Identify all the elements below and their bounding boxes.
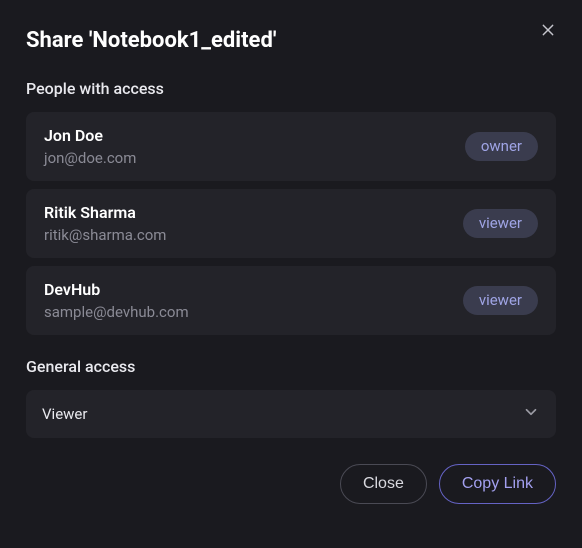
person-row: Ritik Sharma ritik@sharma.com viewer <box>26 189 556 258</box>
chevron-down-icon <box>522 403 540 425</box>
person-row: Jon Doe jon@doe.com owner <box>26 112 556 181</box>
person-info: DevHub sample@devhub.com <box>44 280 189 321</box>
person-name: Ritik Sharma <box>44 203 166 222</box>
people-section-label: People with access <box>26 79 556 98</box>
person-email: jon@doe.com <box>44 149 136 167</box>
share-dialog: Share 'Notebook1_edited' People with acc… <box>0 0 582 548</box>
dialog-title: Share 'Notebook1_edited' <box>26 28 556 53</box>
general-section-label: General access <box>26 357 556 376</box>
person-name: DevHub <box>44 280 189 299</box>
people-list: Jon Doe jon@doe.com owner Ritik Sharma r… <box>26 112 556 335</box>
role-badge[interactable]: viewer <box>463 209 538 238</box>
dialog-footer: Close Copy Link <box>26 464 556 504</box>
close-button[interactable] <box>536 20 560 44</box>
copy-link-button[interactable]: Copy Link <box>439 464 556 504</box>
general-access-select[interactable]: Viewer <box>26 390 556 438</box>
role-badge[interactable]: owner <box>465 132 538 161</box>
person-info: Jon Doe jon@doe.com <box>44 126 136 167</box>
close-icon <box>540 22 556 42</box>
person-email: sample@devhub.com <box>44 303 189 321</box>
person-info: Ritik Sharma ritik@sharma.com <box>44 203 166 244</box>
close-dialog-button[interactable]: Close <box>340 464 427 504</box>
person-email: ritik@sharma.com <box>44 226 166 244</box>
person-row: DevHub sample@devhub.com viewer <box>26 266 556 335</box>
person-name: Jon Doe <box>44 126 136 145</box>
general-access-value: Viewer <box>42 405 87 423</box>
role-badge[interactable]: viewer <box>463 286 538 315</box>
